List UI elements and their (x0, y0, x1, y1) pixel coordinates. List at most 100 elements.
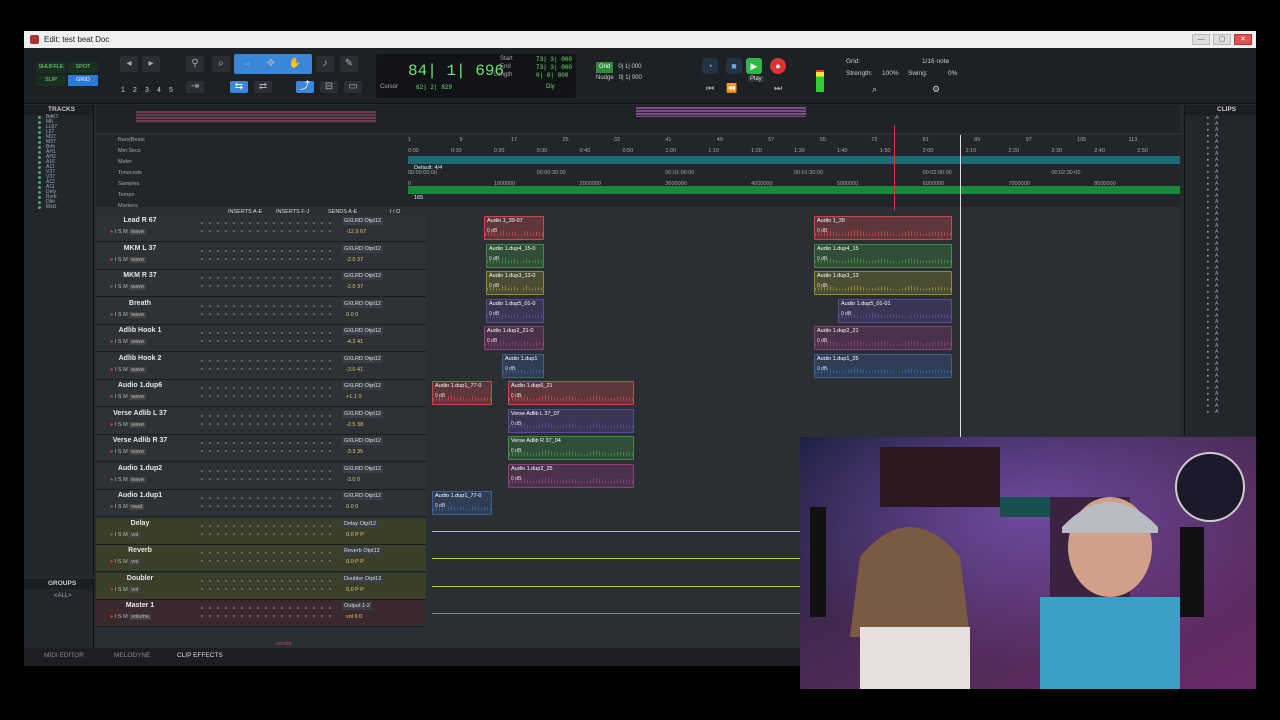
input-monitor-button[interactable]: I (115, 312, 117, 318)
track-header[interactable]: Master 1 ● I S M volume Output 1-2 vol 0.0 (96, 600, 426, 627)
audio-clip[interactable]: Verse Adlib R 37_04 0 dB (508, 436, 634, 460)
audio-clip[interactable]: Audio 1.dup3_13-0 0 dB (486, 271, 544, 295)
tab-to-transient-icon[interactable]: ⇥ (186, 81, 204, 93)
track-view-select[interactable]: read (129, 504, 145, 510)
universe-view[interactable] (96, 105, 1180, 133)
maximize-button[interactable]: ▢ (1213, 34, 1231, 45)
audio-clip[interactable]: Audio 1_39-07 0 dB (484, 216, 544, 240)
audio-clip[interactable]: Audio 1.dup1_77-0 0 dB (432, 381, 492, 405)
mute-button[interactable]: M (123, 257, 128, 263)
mute-button[interactable]: M (123, 394, 128, 400)
audio-clip[interactable]: Audio 1.dup1_77-0 0 dB (432, 491, 492, 515)
insert-slots[interactable] (198, 356, 333, 375)
track-header[interactable]: Adlib Hook 1 ● I S M wave GXLRD Otpt12 -4.3… (96, 325, 426, 352)
track-name[interactable]: Audio 1.dup2 (110, 465, 170, 472)
insert-slots[interactable] (198, 604, 333, 622)
record-arm-button[interactable]: ● (110, 339, 113, 345)
scrubber-tool-icon[interactable]: ♪ (316, 56, 334, 72)
track-header[interactable]: Audio 1.dup2 ● I S M wave GXLRD Otpt12 -3.0… (96, 462, 426, 490)
record-arm-button[interactable]: ● (110, 532, 113, 538)
zoom-preset-2[interactable]: 2 (130, 85, 140, 96)
solo-button[interactable]: S (118, 422, 122, 428)
track-view-select[interactable]: vol (129, 531, 141, 538)
input-monitor-button[interactable]: I (115, 394, 117, 400)
track-io[interactable]: Output 1-2 (342, 602, 372, 610)
track-io[interactable]: Reverb Otpt12 (342, 547, 382, 555)
go-to-end-icon[interactable]: ⏭ (770, 80, 786, 96)
track-view-select[interactable]: wave (129, 256, 147, 263)
audio-clip[interactable]: Audio 1.dup2_21-0 0 dB (484, 326, 544, 350)
record-arm-button[interactable]: ● (110, 312, 113, 318)
track-view-select[interactable]: wave (129, 366, 147, 373)
mute-button[interactable]: M (123, 312, 128, 318)
track-name[interactable]: Verse Adlib L 37 (110, 410, 170, 417)
insert-slots[interactable] (198, 466, 333, 485)
record-arm-button[interactable]: ● (110, 394, 113, 400)
input-monitor-button[interactable]: I (115, 284, 117, 290)
zoom-preset-3[interactable]: 3 (142, 85, 152, 96)
track-io[interactable]: GXLRD Otpt12 (342, 272, 383, 280)
mute-button[interactable]: M (123, 587, 128, 593)
track-view-select[interactable]: wave (129, 229, 147, 235)
track-io[interactable]: GXLRD Otpt12 (342, 244, 383, 253)
input-monitor-button[interactable]: I (115, 449, 117, 455)
gear-icon[interactable]: ⚙ (932, 84, 940, 95)
insert-slots[interactable] (198, 274, 333, 292)
meter-ruler[interactable]: Default: 4/4 (408, 156, 1180, 171)
input-monitor-button[interactable]: I (115, 532, 117, 538)
audio-clip[interactable]: Audio 1.dup2_21 0 dB (814, 326, 952, 350)
mute-button[interactable]: M (123, 614, 128, 620)
track-volume[interactable]: 0.0 P P (346, 532, 364, 538)
insert-slots[interactable] (198, 219, 333, 237)
track-view-select[interactable]: wave (129, 394, 147, 400)
solo-button[interactable]: S (118, 587, 122, 593)
link-timeline-icon[interactable]: ⇆ (230, 81, 248, 93)
rewind-to-start-icon[interactable]: ⏮ (702, 80, 718, 96)
tempo-ruler[interactable]: 165 (408, 186, 1180, 201)
mute-button[interactable]: M (123, 504, 128, 510)
track-header[interactable]: Lead R 67 ● I S M wave GXLRD Otpt12 -12.9 6… (96, 215, 426, 242)
group-all[interactable]: <ALL> (24, 589, 93, 599)
audio-clip[interactable]: Audio 1.dup3_13 0 dB (814, 271, 952, 295)
track-name[interactable]: Adlib Hook 1 (110, 327, 170, 334)
track-header[interactable]: Verse Adlib L 37 ● I S M wave GXLRD Otpt12… (96, 407, 426, 435)
audio-clip[interactable]: Verse Adlib L 37_07 0 dB (508, 408, 634, 433)
track-header[interactable]: Verse Adlib R 37 ● I S M wave GXLRD Otpt12… (96, 435, 426, 462)
input-monitor-button[interactable]: I (115, 339, 117, 345)
nudge-label[interactable]: Nudge (596, 75, 614, 81)
search-icon[interactable]: ⌕ (212, 56, 230, 72)
track-volume[interactable]: -3.0 0 (346, 477, 360, 483)
track-name[interactable]: Audio 1.dup6 (110, 382, 170, 389)
track-header[interactable]: MKM R 37 ● I S M wave GXLRD Otpt12 -2.0 37 (96, 270, 426, 297)
tab-melodyne[interactable]: MELODYNE (114, 652, 150, 659)
track-header[interactable]: Audio 1.dup6 ● I S M wave GXLRD Otpt12 +1.1… (96, 380, 426, 407)
track-view-select[interactable]: volume (129, 614, 151, 620)
solo-button[interactable]: S (118, 614, 122, 620)
shuffle-mode-button[interactable]: SHUFFLE (36, 62, 66, 73)
tab-midi-editor[interactable]: MIDI EDITOR (44, 652, 84, 659)
solo-button[interactable]: S (118, 284, 122, 290)
input-monitor-button[interactable]: I (115, 422, 117, 428)
selector-tool-icon[interactable]: ✥ (262, 56, 280, 72)
main-counter[interactable]: 84| 1| 696 Cursor 62| 2| 829 Start End L… (376, 54, 576, 98)
audio-clip[interactable]: Audio 1.dup4_15-0 0 dB (486, 243, 544, 268)
track-volume[interactable]: vol 0.0 (346, 614, 362, 620)
track-header[interactable]: Breath ● I S M wave GXLRD Otpt12 0.0 0 (96, 297, 426, 325)
insert-slots[interactable] (198, 494, 333, 512)
track-volume[interactable]: -2.0 37 (346, 284, 363, 290)
track-volume[interactable]: +1.1 0 (346, 394, 361, 400)
track-volume[interactable]: -3.0 41 (346, 367, 363, 373)
zoom-preset-1[interactable]: 1 (118, 85, 128, 96)
stop-icon[interactable]: ■ (726, 58, 742, 74)
zoom-preset-4[interactable]: 4 (154, 85, 164, 96)
nudge-value[interactable]: 0| 1| 000 (619, 75, 642, 81)
track-header[interactable]: MKM L 37 ● I S M wave GXLRD Otpt12 -2.0 37 (96, 242, 426, 270)
record-arm-button[interactable]: ● (110, 614, 113, 620)
audio-clip[interactable]: Audio 1.dup4_15 0 dB (814, 243, 952, 268)
insert-slots[interactable] (198, 246, 333, 265)
slip-mode-button[interactable]: SLIP (36, 75, 66, 86)
solo-button[interactable]: S (118, 339, 122, 345)
mute-button[interactable]: M (123, 477, 128, 483)
mirror-midi-icon[interactable]: ⊟ (320, 81, 338, 93)
swing-value[interactable]: 0% (948, 70, 957, 77)
